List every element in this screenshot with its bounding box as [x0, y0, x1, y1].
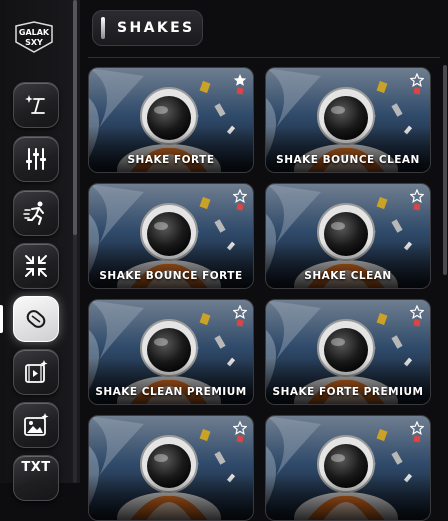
film-sparkle-icon — [25, 360, 48, 383]
video-effects-tool-button[interactable] — [13, 349, 59, 395]
preset-card-shake-clean-premium[interactable]: SHAKE CLEAN PREMIUM — [88, 299, 254, 405]
zoom-tool-button[interactable] — [13, 243, 59, 289]
text-tool-button[interactable]: TXT — [13, 455, 59, 501]
preset-title: SHAKE FORTE PREMIUM — [272, 386, 424, 398]
preset-title: SHAKE CLEAN PREMIUM — [95, 386, 247, 398]
sliders-icon — [26, 148, 46, 170]
txt-icon: TXT — [21, 460, 51, 475]
capsule-icon — [26, 310, 46, 328]
preset-card-shake-forte-premium[interactable]: SHAKE FORTE PREMIUM — [265, 299, 431, 405]
preset-title: SHAKE BOUNCE CLEAN — [276, 154, 420, 166]
preset-card-partial[interactable] — [88, 415, 254, 521]
preset-thumbnail — [266, 416, 430, 520]
magic-text-tool-button[interactable] — [13, 82, 59, 128]
svg-text:SXY: SXY — [25, 38, 43, 47]
favorite-star-filled-icon[interactable] — [233, 73, 247, 87]
preset-thumbnail — [89, 416, 253, 520]
favorite-star-icon[interactable] — [233, 421, 247, 435]
adjust-tool-button[interactable] — [13, 136, 59, 182]
favorite-star-icon[interactable] — [233, 189, 247, 203]
favorite-star-icon[interactable] — [233, 305, 247, 319]
galaksxy-logo: GALAK SXY — [15, 21, 53, 53]
favorite-star-icon[interactable] — [410, 421, 424, 435]
motion-tool-button[interactable] — [13, 190, 59, 236]
running-person-icon — [23, 201, 44, 225]
preset-title: SHAKE CLEAN — [304, 270, 392, 282]
favorite-star-icon[interactable] — [410, 305, 424, 319]
content-scrollbar-thumb[interactable] — [443, 65, 447, 275]
preset-card-shake-forte[interactable]: SHAKE FORTE — [88, 67, 254, 173]
preset-title: SHAKE FORTE — [127, 154, 215, 166]
image-sparkle-icon — [24, 413, 49, 436]
sidebar: GALAK SXY TXT — [0, 0, 80, 501]
shakes-tool-button[interactable] — [13, 296, 59, 342]
sidebar-scrollbar-thumb[interactable] — [73, 0, 77, 235]
category-header[interactable]: SHAKES — [92, 10, 203, 46]
compress-arrows-icon — [25, 255, 47, 277]
preset-card-shake-bounce-forte[interactable]: SHAKE BOUNCE FORTE — [88, 183, 254, 289]
preset-title: SHAKE BOUNCE FORTE — [99, 270, 243, 282]
svg-text:GALAK: GALAK — [19, 28, 50, 37]
preset-card-partial[interactable] — [265, 415, 431, 521]
image-tool-button[interactable] — [13, 402, 59, 448]
preset-card-shake-bounce-clean[interactable]: SHAKE BOUNCE CLEAN — [265, 67, 431, 173]
header-divider — [88, 57, 440, 58]
preset-card-shake-clean[interactable]: SHAKE CLEAN — [265, 183, 431, 289]
sparkle-text-icon — [25, 95, 45, 114]
favorite-star-icon[interactable] — [410, 73, 424, 87]
active-tool-indicator — [0, 305, 3, 333]
favorite-star-icon[interactable] — [410, 189, 424, 203]
page-title: SHAKES — [117, 20, 195, 36]
header-knob-icon — [101, 17, 105, 39]
